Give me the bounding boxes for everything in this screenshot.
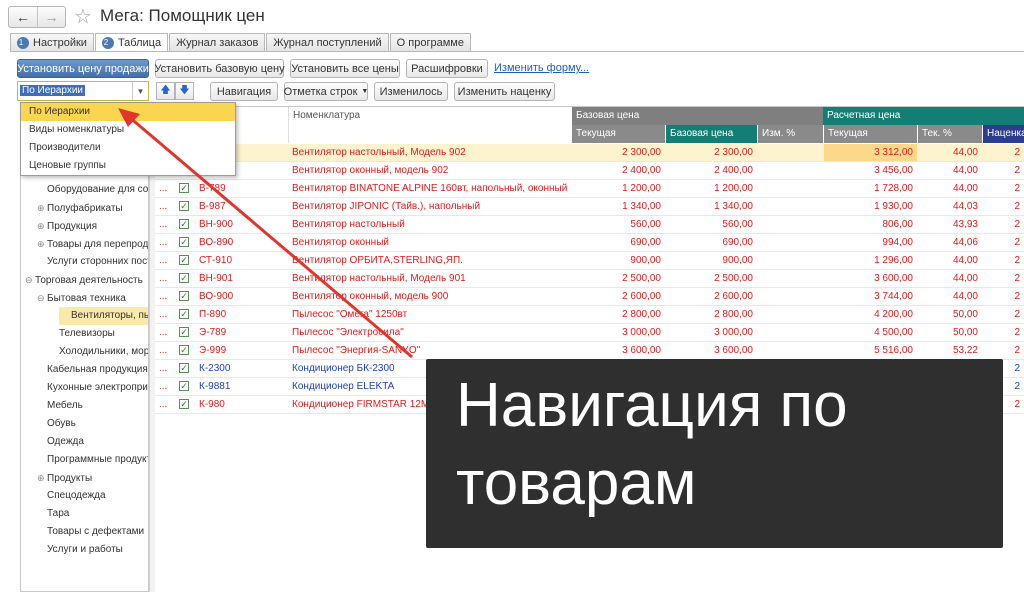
caption-text: Навигация по товарам bbox=[456, 367, 848, 523]
annotation-arrow-line bbox=[127, 114, 413, 359]
caption-line-2: товарам bbox=[456, 449, 697, 518]
caption-overlay: Навигация по товарам bbox=[426, 359, 1003, 548]
caption-line-1: Навигация по bbox=[456, 371, 848, 440]
